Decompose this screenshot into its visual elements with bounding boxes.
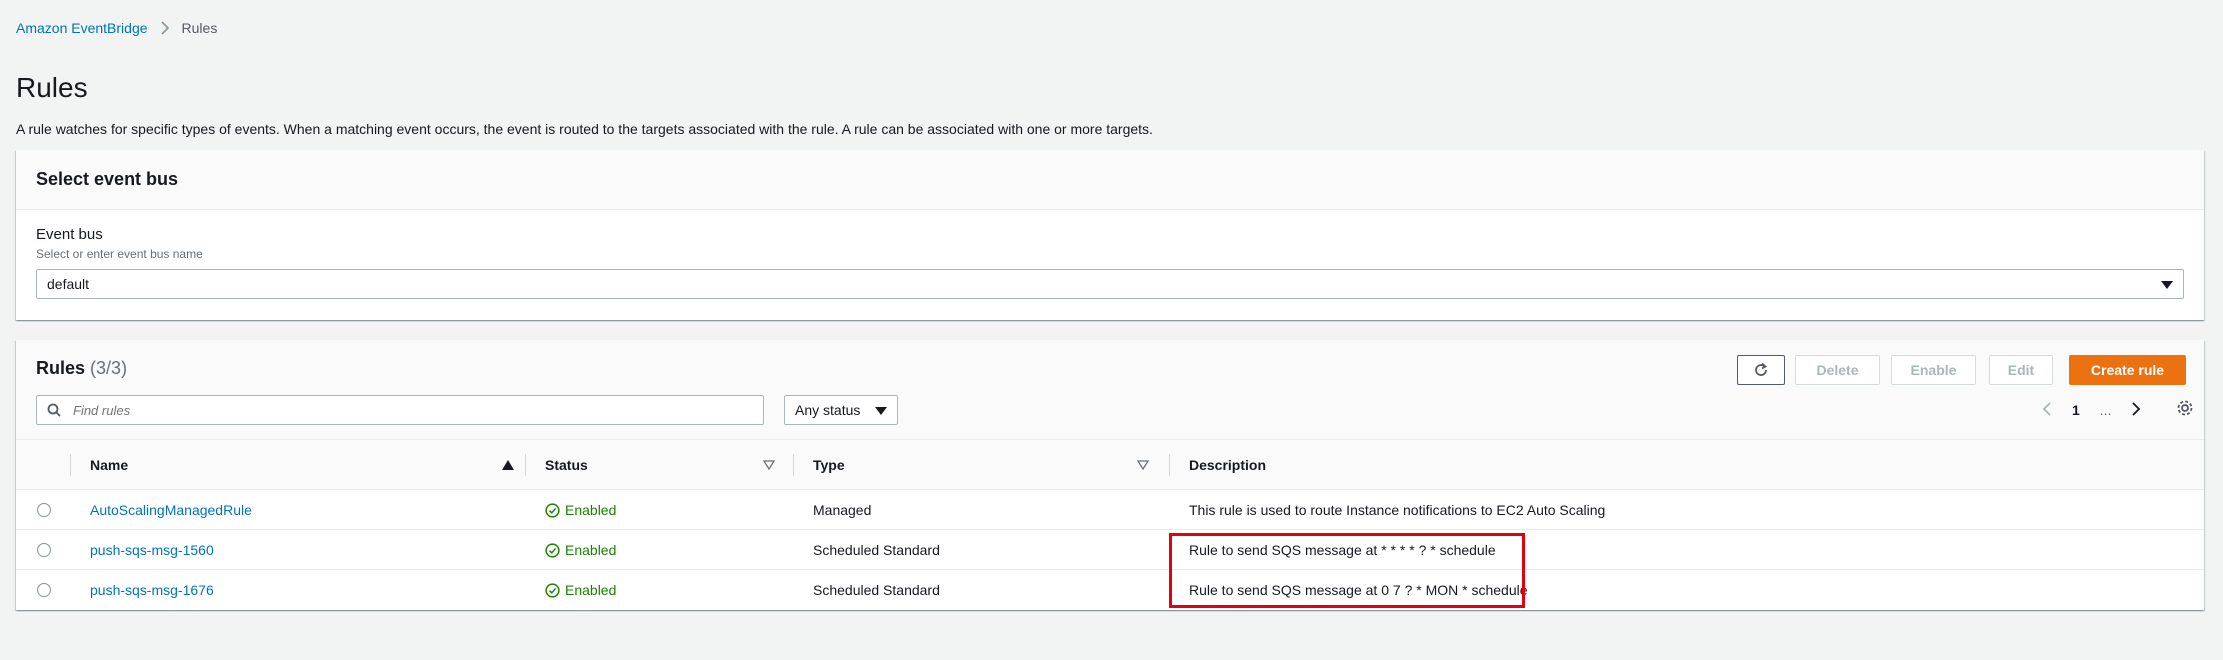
rule-type: Managed (813, 502, 872, 518)
settings-gear-icon[interactable] (2176, 399, 2194, 422)
event-bus-select-value: default (47, 276, 90, 292)
status-badge: Enabled (545, 542, 616, 558)
search-icon (47, 403, 61, 417)
delete-button[interactable]: Delete (1795, 355, 1880, 385)
pagination: 1 ... (2032, 395, 2151, 425)
event-bus-field: Event bus Select or enter event bus name… (16, 210, 2204, 299)
rule-description: Rule to send SQS message at 0 7 ? * MON … (1189, 582, 1528, 598)
rule-name-link[interactable]: push-sqs-msg-1676 (90, 582, 214, 598)
rules-panel-title: Rules (3/3) (36, 358, 127, 379)
caret-down-icon (2161, 276, 2173, 292)
event-bus-hint: Select or enter event bus name (36, 247, 203, 261)
search-field[interactable] (36, 395, 764, 425)
row-select-radio[interactable] (37, 583, 51, 597)
rules-panel: Rules (3/3) Delete Enable Edit Create ru… (16, 340, 2204, 610)
event-bus-panel-header: Select event bus (16, 150, 2204, 210)
status-text: Enabled (565, 582, 617, 598)
page-number[interactable]: 1 (2072, 402, 2080, 418)
event-bus-panel: Select event bus Event bus Select or ent… (16, 150, 2204, 320)
caret-down-icon (875, 402, 887, 418)
rules-count: (3/3) (90, 358, 128, 378)
rule-name-link[interactable]: push-sqs-msg-1560 (90, 542, 214, 558)
column-description-label: Description (1189, 457, 1267, 473)
rule-description: This rule is used to route Instance noti… (1189, 502, 1606, 518)
table-row[interactable]: AutoScalingManagedRule Enabled Managed T… (16, 490, 2204, 530)
rule-type: Scheduled Standard (813, 582, 940, 598)
check-circle-icon (545, 502, 560, 518)
status-text: Enabled (565, 502, 617, 518)
sort-icon (763, 460, 775, 470)
rules-table-header: Name Status Type Description (16, 440, 2204, 490)
status-text: Enabled (565, 542, 617, 558)
check-circle-icon (545, 582, 560, 598)
refresh-button[interactable] (1737, 355, 1785, 385)
table-row[interactable]: push-sqs-msg-1560 Enabled Scheduled Stan… (16, 530, 2204, 570)
event-bus-label: Event bus (36, 226, 103, 243)
rule-description: Rule to send SQS message at * * * * ? * … (1189, 542, 1496, 558)
column-header-status[interactable]: Status (545, 440, 785, 490)
breadcrumb: Amazon EventBridge Rules (16, 20, 217, 36)
page-title: Rules (16, 72, 88, 103)
create-rule-button[interactable]: Create rule (2069, 355, 2186, 385)
column-name-label: Name (90, 457, 129, 473)
status-badge: Enabled (545, 582, 616, 598)
event-bus-select[interactable]: default (36, 269, 2184, 299)
column-header-name[interactable]: Name (90, 440, 530, 490)
column-type-label: Type (813, 457, 845, 473)
edit-button[interactable]: Edit (1989, 355, 2053, 385)
rule-type: Scheduled Standard (813, 542, 940, 558)
search-input[interactable] (71, 401, 763, 419)
status-filter-value: Any status (795, 402, 861, 418)
page-description: A rule watches for specific types of eve… (16, 121, 1153, 137)
sort-icon (1137, 460, 1149, 470)
event-bus-panel-title: Select event bus (36, 169, 179, 189)
column-header-type[interactable]: Type (813, 440, 1173, 490)
previous-page-icon[interactable] (2042, 401, 2052, 419)
table-row[interactable]: push-sqs-msg-1676 Enabled Scheduled Stan… (16, 570, 2204, 610)
enable-button[interactable]: Enable (1891, 355, 1976, 385)
rule-name-link[interactable]: AutoScalingManagedRule (90, 502, 252, 518)
next-page-icon[interactable] (2131, 401, 2141, 419)
check-circle-icon (545, 542, 560, 558)
status-filter-select[interactable]: Any status (784, 395, 898, 425)
rules-panel-header: Rules (3/3) Delete Enable Edit Create ru… (16, 340, 2204, 440)
row-select-radio[interactable] (37, 543, 51, 557)
page-ellipsis: ... (2099, 402, 2112, 418)
column-status-label: Status (545, 457, 588, 473)
breadcrumb-current: Rules (181, 20, 218, 36)
column-header-description: Description (1189, 440, 1266, 490)
row-select-radio[interactable] (37, 503, 51, 517)
status-badge: Enabled (545, 502, 616, 518)
breadcrumb-eventbridge-link[interactable]: Amazon EventBridge (16, 20, 148, 36)
refresh-icon (1755, 362, 1768, 376)
rules-title-text: Rules (36, 358, 86, 378)
sort-ascending-icon (502, 460, 514, 470)
chevron-right-icon (160, 21, 170, 35)
